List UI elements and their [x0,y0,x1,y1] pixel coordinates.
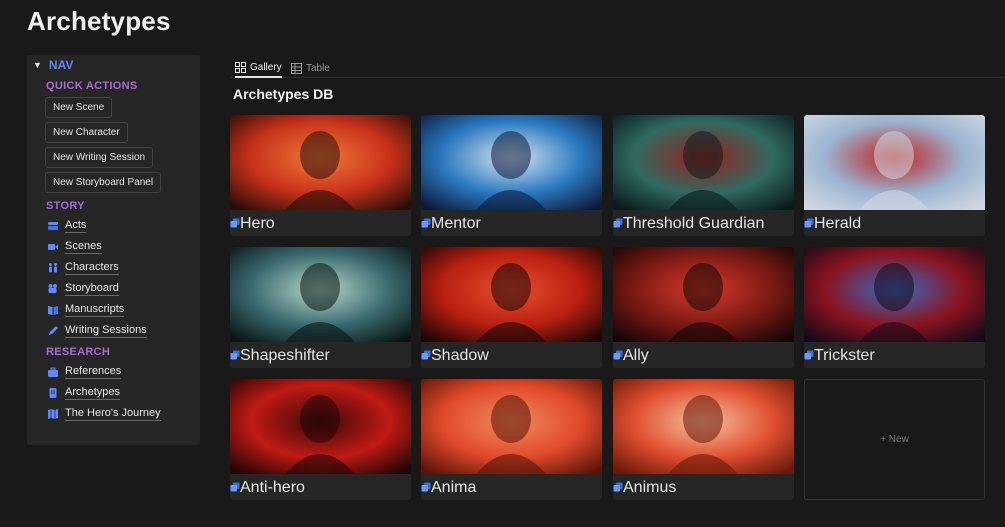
video-camera-icon [48,244,58,250]
gallery-card[interactable]: Shapeshifter [230,247,411,368]
new-storyboard-panel-button[interactable]: New Storyboard Panel [45,172,162,193]
nav-link-writing-sessions[interactable]: Writing Sessions [47,324,147,338]
page-link-icon [421,218,431,228]
card-cover-image [613,247,794,347]
nav-link-archetypes[interactable]: Archetypes [47,386,121,400]
nav-link-manuscripts[interactable]: Manuscripts [47,303,125,317]
page-link-icon [421,482,431,492]
card-title: Hero [240,215,275,232]
nav-link-characters[interactable]: Characters [47,261,119,275]
page-link-icon [804,350,814,360]
nav-panel: ▼ NAV QUICK ACTIONS New Scene New Charac… [27,55,200,445]
tab-gallery[interactable]: Gallery [235,59,282,78]
card-caption: Threshold Guardian [613,215,794,233]
card-title: Shapeshifter [240,347,330,364]
gallery-card[interactable]: Threshold Guardian [613,115,794,236]
card-caption: Trickster [804,347,985,365]
new-character-button[interactable]: New Character [45,122,128,143]
map-icon [48,409,58,419]
triangle-down-icon: ▼ [33,60,42,70]
page-title: Archetypes [27,6,171,36]
gallery-card[interactable]: Herald [804,115,985,236]
gallery-card[interactable]: Animus [613,379,794,500]
gallery-card[interactable]: Ally [613,247,794,368]
card-caption: Anti-hero [230,479,411,497]
card-cover-image [421,379,602,479]
view-tabs: Gallery Table [230,55,1005,78]
new-card-label: + New [880,434,909,445]
card-title: Anima [431,479,477,496]
camera-icon [48,284,57,293]
gallery-grid-icon [235,62,246,73]
gallery-card[interactable]: Mentor [421,115,602,236]
book-icon [48,306,58,315]
nav-link-storyboard[interactable]: Storyboard [47,282,119,296]
gallery-card[interactable]: Anti-hero [230,379,411,500]
story-title: STORY [46,200,85,212]
page-link-icon [421,350,431,360]
new-scene-button[interactable]: New Scene [45,97,113,118]
card-cover-image [230,379,411,479]
page-link-icon [230,350,240,360]
stack-icon [48,222,58,230]
card-caption: Anima [421,479,602,497]
card-title: Anti-hero [240,479,305,496]
card-caption: Hero [230,215,411,233]
card-cover-image [230,247,411,347]
table-icon [291,63,302,74]
nav-link-heros-journey[interactable]: The Hero's Journey [47,407,161,421]
research-title: RESEARCH [46,346,111,358]
people-icon [49,263,57,273]
card-title: Mentor [431,215,481,232]
nav-link-acts[interactable]: Acts [47,219,87,233]
card-caption: Mentor [421,215,602,233]
card-cover-image [421,115,602,215]
page-link-icon [613,350,623,360]
document-icon [49,388,57,398]
nav-toggle[interactable]: ▼ NAV [33,58,73,72]
card-cover-image [613,115,794,215]
gallery-card[interactable]: Trickster [804,247,985,368]
tab-table[interactable]: Table [291,59,330,78]
card-cover-image [804,115,985,215]
gallery-card[interactable]: Shadow [421,247,602,368]
card-title: Threshold Guardian [623,215,765,232]
nav-header-label: NAV [48,58,74,72]
card-title: Shadow [431,347,489,364]
page-link-icon [804,218,814,228]
card-cover-image [804,247,985,347]
new-writing-session-button[interactable]: New Writing Session [45,147,154,168]
card-caption: Shapeshifter [230,347,411,365]
nav-link-references[interactable]: References [47,365,122,379]
page-link-icon [613,218,623,228]
briefcase-icon [48,367,58,377]
database-title: Archetypes DB [233,86,334,102]
card-caption: Shadow [421,347,602,365]
page-link-icon [613,482,623,492]
card-title: Trickster [814,347,875,364]
nav-link-scenes[interactable]: Scenes [47,240,102,254]
card-cover-image [421,247,602,347]
card-caption: Herald [804,215,985,233]
page-link-icon [230,482,240,492]
page-link-icon [230,218,240,228]
gallery-card[interactable]: Hero [230,115,411,236]
quick-actions-title: QUICK ACTIONS [46,80,138,92]
card-caption: Ally [613,347,794,365]
card-caption: Animus [613,479,794,497]
card-cover-image [230,115,411,215]
card-title: Animus [623,479,677,496]
card-title: Ally [623,347,649,364]
card-title: Herald [814,215,862,232]
gallery-card[interactable]: Anima [421,379,602,500]
card-cover-image [613,379,794,479]
pencil-icon [49,326,58,335]
new-card-button[interactable]: + New [804,379,985,500]
